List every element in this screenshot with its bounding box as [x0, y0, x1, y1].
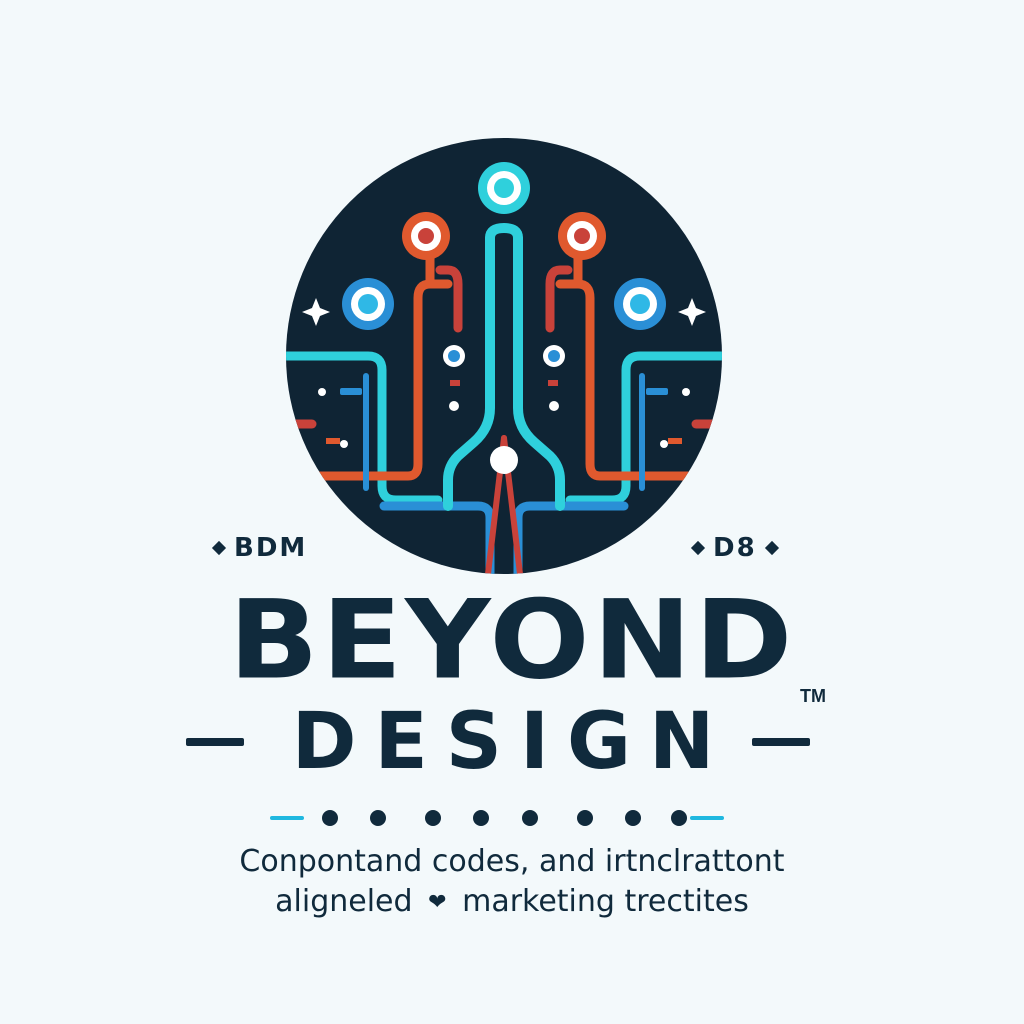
- brand-title-main: BEYOND: [228, 576, 796, 704]
- node-upper-right: [558, 212, 606, 260]
- brand-subtitle-row: DESIGN: [0, 700, 1024, 784]
- tagline-line-2-end: marketing trectites: [462, 884, 749, 919]
- tagline-line-2: aligneled ❤ marketing trectites: [0, 884, 1024, 921]
- divider-dot: [625, 810, 641, 826]
- left-accent-line: [270, 816, 304, 820]
- divider-dot: [577, 810, 593, 826]
- left-label: BDM: [204, 528, 307, 568]
- left-label-text: BDM: [234, 533, 308, 563]
- heart-icon: ❤: [428, 890, 447, 915]
- node-mid-right: [614, 278, 666, 330]
- dot-divider: [270, 808, 724, 828]
- diamond-icon: [211, 540, 227, 556]
- right-dash-divider: [752, 738, 810, 746]
- divider-dot: [473, 810, 489, 826]
- divider-dot: [522, 810, 538, 826]
- node-upper-left: [402, 212, 450, 260]
- brand-title-sub: DESIGN: [291, 697, 733, 787]
- right-label-text: D8: [713, 533, 757, 563]
- tagline-line-2-start: aligneled: [275, 884, 413, 919]
- divider-dot: [425, 810, 441, 826]
- diamond-icon: [764, 540, 779, 556]
- circuit-logo: [286, 138, 722, 574]
- diamond-icon: [690, 540, 706, 556]
- node-top-center: [478, 162, 530, 214]
- node-mid-left: [342, 278, 394, 330]
- tagline-line-1: Conpontand codes, and irtnclrattont: [239, 844, 785, 879]
- divider-dot: [370, 810, 386, 826]
- divider-dot: [322, 810, 338, 826]
- right-accent-line: [690, 816, 724, 820]
- right-label: D8: [683, 528, 787, 568]
- divider-dot: [671, 810, 687, 826]
